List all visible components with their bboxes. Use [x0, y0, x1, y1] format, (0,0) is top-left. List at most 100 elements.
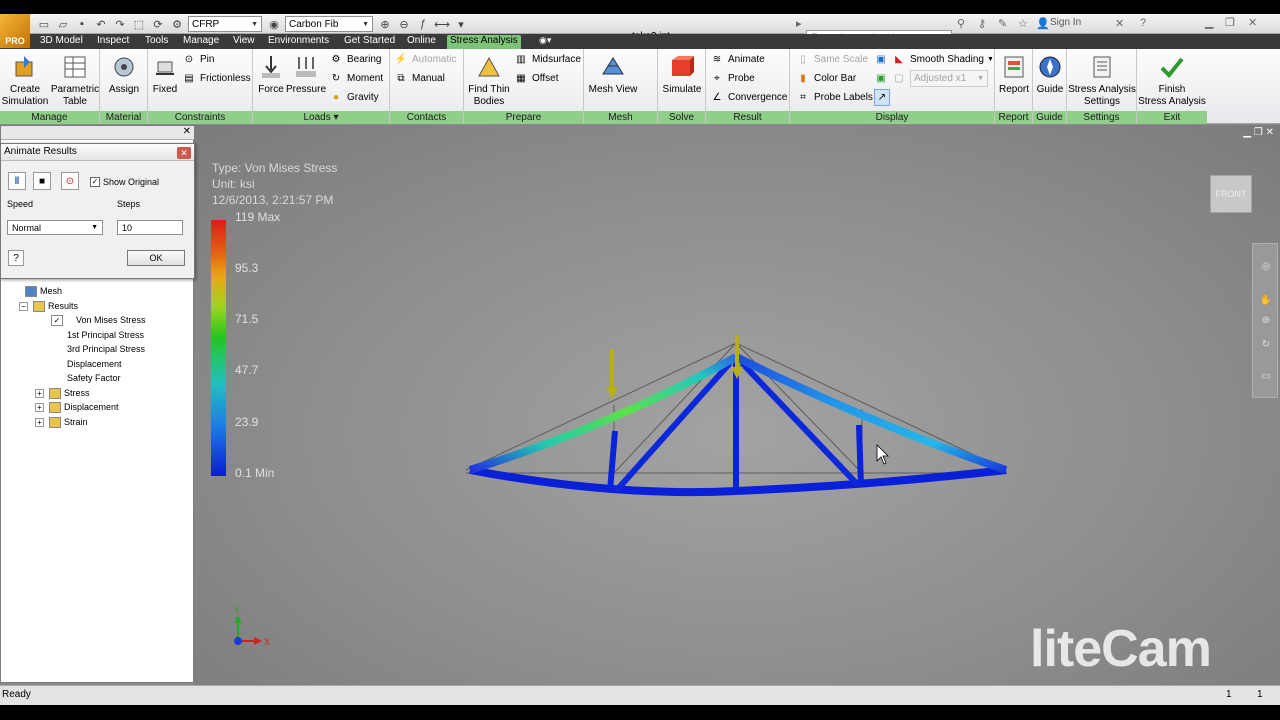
speed-select[interactable]: Normal ▼ [7, 220, 103, 235]
gravity-button[interactable]: ● Gravity [329, 89, 379, 106]
expand-icon[interactable]: + [35, 402, 44, 412]
new-file-icon[interactable]: ▭ [36, 17, 52, 31]
expand-icon[interactable]: + [35, 417, 44, 427]
display-options-icon[interactable]: ▣ ◣ [874, 51, 910, 68]
zoom-window-icon[interactable]: ⊖ [396, 17, 412, 31]
tab-tools[interactable]: Tools [142, 35, 171, 49]
parametric-table-button[interactable]: Parametric Table [50, 53, 100, 108]
panel-manage-label: Manage [0, 111, 99, 124]
tab-options-icon[interactable]: ◉▾ [536, 35, 554, 49]
pin-button[interactable]: ⊙ Pin [182, 51, 215, 68]
same-scale-button[interactable]: ▯ Same Scale [796, 51, 868, 68]
tree-item-safety-factor[interactable]: Safety Factor [67, 371, 121, 385]
checkbox-checked-icon[interactable]: ✓ [51, 314, 63, 326]
same-scale-label: Same Scale [814, 54, 868, 65]
select-icon[interactable]: ⬚ [131, 17, 147, 31]
displacement-display-icon[interactable]: ↗ [874, 89, 890, 106]
mesh-view-button[interactable]: Mesh View [588, 53, 638, 96]
tree-item-results[interactable]: − Results [19, 299, 78, 313]
steps-input[interactable]: 10 [117, 220, 183, 235]
report-button[interactable]: Report [997, 53, 1031, 96]
app-logo[interactable]: PRO [0, 14, 30, 48]
key-icon[interactable]: ⚷ [978, 17, 986, 30]
help-button[interactable]: ? [8, 250, 24, 266]
tab-view[interactable]: View [230, 35, 258, 49]
expand-icon[interactable]: + [35, 388, 44, 398]
tab-inspect[interactable]: Inspect [94, 35, 132, 49]
function-icon[interactable]: ƒ [415, 17, 431, 31]
manual-button[interactable]: ⧉ Manual [394, 70, 444, 87]
ok-button[interactable]: OK [127, 250, 185, 266]
tree-folder-displacement[interactable]: + Displacement [35, 400, 119, 414]
appearance-combo[interactable]: Carbon Fib ▼ [285, 16, 373, 32]
star-icon[interactable]: ☆ [1018, 17, 1028, 30]
simulate-button[interactable]: Simulate [660, 53, 704, 96]
assign-material-icon [110, 53, 138, 81]
pressure-button[interactable]: Pressure [286, 53, 326, 96]
material-combo[interactable]: CFRP ▼ [188, 16, 262, 32]
tab-manage[interactable]: Manage [180, 35, 222, 49]
moment-button[interactable]: ↻ Moment [329, 70, 383, 87]
show-original-checkbox[interactable]: ✓ Show Original [90, 177, 159, 187]
close-icon[interactable]: ✕ [177, 147, 191, 159]
find-thin-bodies-button[interactable]: Find Thin Bodies [466, 53, 512, 108]
smooth-shading-combo[interactable]: Smooth Shading ▼ [910, 51, 994, 68]
tools-icon[interactable]: ✎ [998, 17, 1007, 30]
tab-get-started[interactable]: Get Started [341, 35, 398, 49]
boundary-conditions-icon[interactable]: ▣ ▢ [874, 70, 910, 87]
tree-folder-stress[interactable]: + Stress [35, 386, 90, 400]
update-icon[interactable]: ⟳ [150, 17, 166, 31]
fixed-button[interactable]: Fixed [150, 53, 180, 96]
force-button[interactable]: Force [255, 53, 287, 96]
probe-button[interactable]: ⌖ Probe [710, 70, 755, 87]
pause-button[interactable]: ‖ [8, 172, 26, 190]
probe-labels-button[interactable]: ⌗ Probe Labels [796, 89, 873, 106]
tree-item-1st-principal[interactable]: 1st Principal Stress [67, 328, 144, 342]
customize-icon[interactable]: ▾ [453, 17, 469, 31]
create-simulation-button[interactable]: Create Simulation [2, 53, 48, 108]
tree-item-mesh[interactable]: Mesh [25, 284, 62, 298]
graphics-viewport[interactable]: ▁ ❐ ✕ Type: Von Mises Stress Unit: ksi 1… [194, 125, 1280, 685]
animate-button[interactable]: ≋ Animate [710, 51, 765, 68]
tab-3d-model[interactable]: 3D Model [37, 35, 86, 49]
midsurface-button[interactable]: ▥ Midsurface [514, 51, 581, 68]
offset-button[interactable]: ▦ Offset [514, 70, 558, 87]
zoom-icon[interactable]: ⊕ [377, 17, 393, 31]
redo-icon[interactable]: ↷ [112, 17, 128, 31]
collapse-icon[interactable]: − [19, 301, 28, 311]
tree-item-3rd-principal[interactable]: 3rd Principal Stress [67, 342, 145, 356]
tree-item-displacement[interactable]: Displacement [67, 357, 122, 371]
save-icon[interactable]: ▪ [74, 17, 90, 31]
measure-icon[interactable]: ⟷ [434, 17, 450, 31]
close-icon[interactable]: ✕ [1248, 16, 1257, 29]
minimize-icon[interactable]: ▁ [1205, 16, 1213, 29]
tree-item-von-mises[interactable]: ✓ Von Mises Stress [51, 313, 146, 327]
tab-stress-analysis[interactable]: Stress Analysis [447, 35, 521, 49]
binoculars-icon[interactable]: ⚲ [957, 17, 965, 30]
tree-folder-strain[interactable]: + Strain [35, 415, 88, 429]
close-icon[interactable]: ✕ [183, 126, 191, 137]
record-button[interactable]: ⊙ [61, 172, 79, 190]
tab-environments[interactable]: Environments [265, 35, 332, 49]
stress-analysis-settings-button[interactable]: Stress Analysis Settings [1068, 53, 1136, 108]
restore-icon[interactable]: ❐ [1225, 16, 1235, 29]
properties-icon[interactable]: ⚙ [169, 17, 185, 31]
sign-in-link[interactable]: Sign In [1050, 17, 1081, 28]
exchange-icon[interactable]: ✕ [1115, 17, 1124, 30]
frictionless-button[interactable]: ▤ Frictionless [182, 70, 250, 87]
truss-model[interactable]: X Y [194, 125, 1280, 685]
stop-button[interactable]: ■ [33, 172, 51, 190]
assign-button[interactable]: Assign [104, 53, 144, 96]
finish-stress-analysis-button[interactable]: Finish Stress Analysis [1138, 53, 1206, 108]
undo-icon[interactable]: ↶ [93, 17, 109, 31]
color-bar-button[interactable]: ▮ Color Bar [796, 70, 856, 87]
tab-online[interactable]: Online [404, 35, 439, 49]
automatic-button[interactable]: ⚡ Automatic [394, 51, 457, 68]
adjusted-combo[interactable]: Adjusted x1 ▼ [910, 70, 988, 87]
panel-loads-label[interactable]: Loads ▾ [253, 111, 389, 124]
guide-button[interactable]: Guide [1034, 53, 1066, 96]
help-icon[interactable]: ? [1140, 17, 1146, 29]
bearing-button[interactable]: ⚙ Bearing [329, 51, 382, 68]
convergence-button[interactable]: ∠ Convergence [710, 89, 788, 106]
open-file-icon[interactable]: ▱ [55, 17, 71, 31]
